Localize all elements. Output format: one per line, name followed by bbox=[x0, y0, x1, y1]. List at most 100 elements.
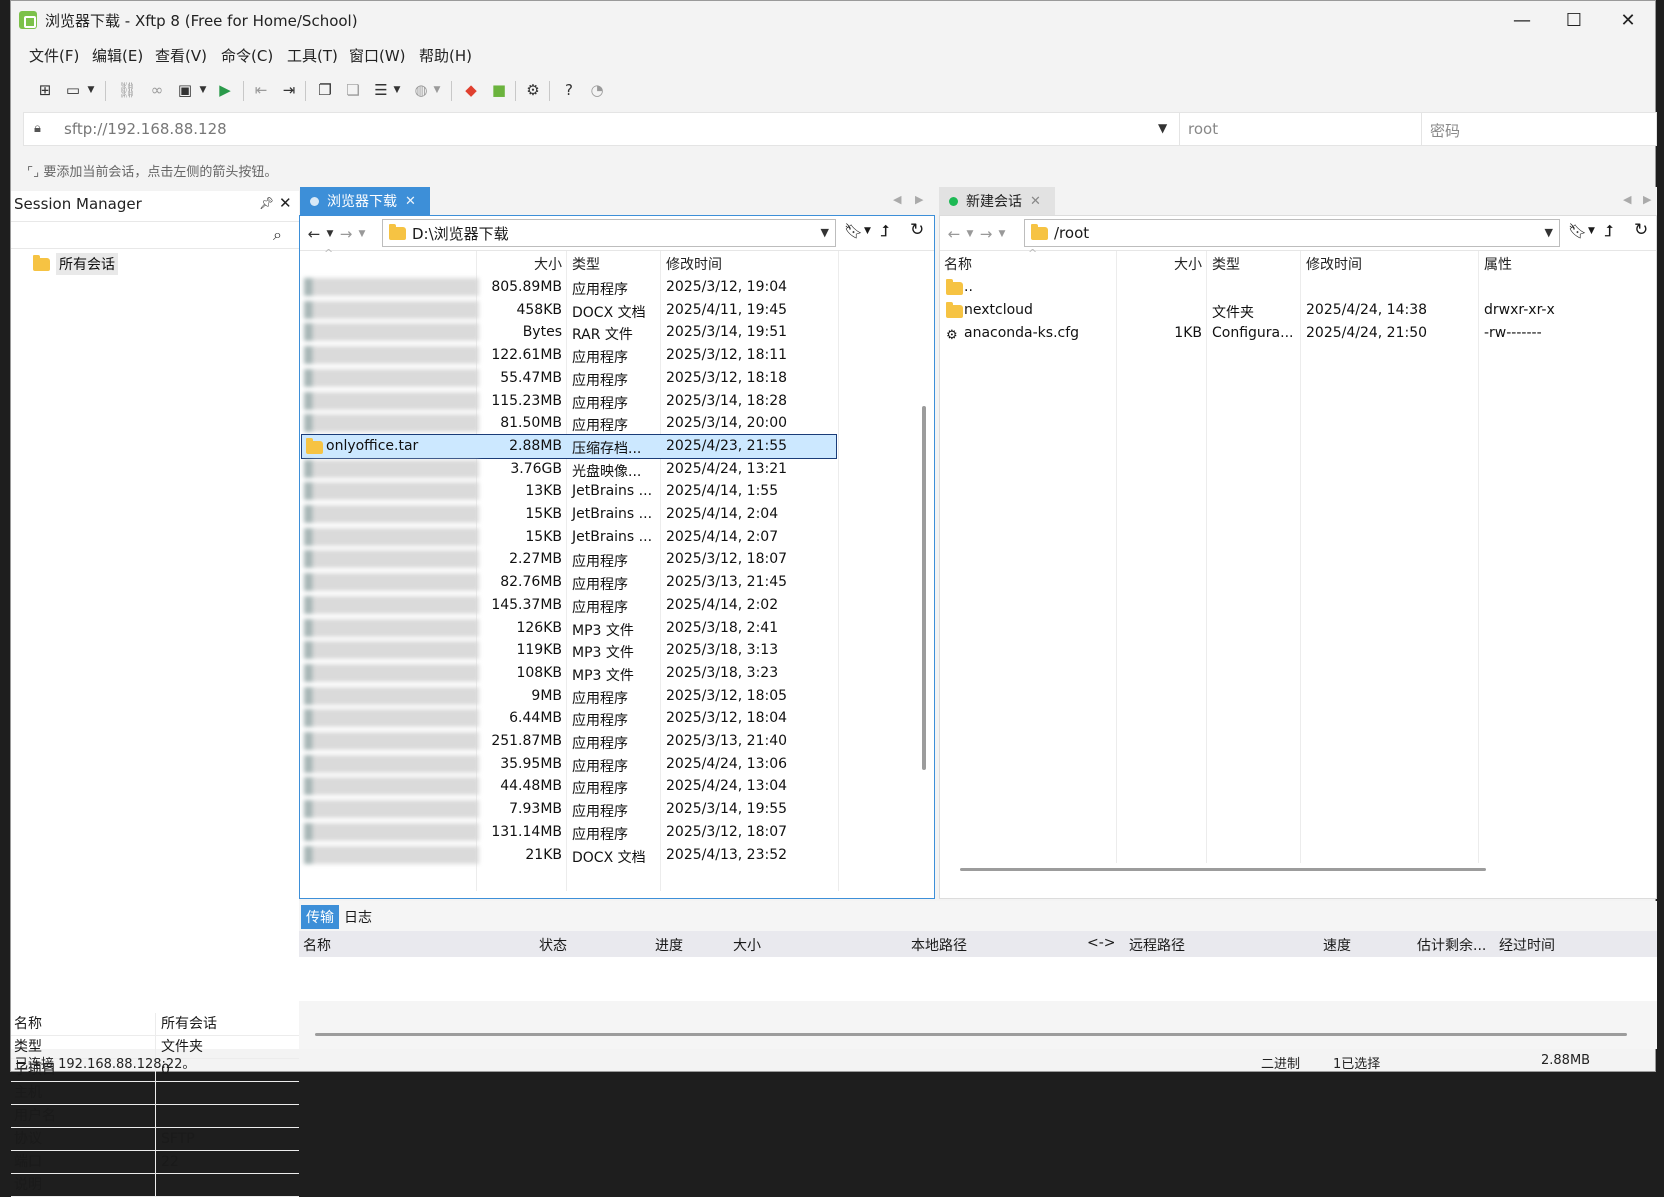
back-arrow-icon[interactable]: ← bbox=[304, 225, 324, 243]
local-file-row[interactable]: 458KB DOCX 文档 2025/4/11, 19:45 bbox=[302, 299, 836, 322]
remote-file-row[interactable]: nextcloud 文件夹 2025/4/24, 14:38 drwxr-xr-x bbox=[942, 299, 1654, 322]
local-file-row[interactable]: 131.14MB 应用程序 2025/3/12, 18:07 bbox=[302, 821, 836, 844]
tab-local-downloads[interactable]: 浏览器下载 ✕ bbox=[300, 187, 430, 215]
local-col-modified[interactable]: 修改时间 bbox=[666, 254, 722, 274]
local-file-row[interactable]: 3.76GB 光盘映像... 2025/4/24, 13:21 bbox=[302, 458, 836, 481]
remote-col-type[interactable]: 类型 bbox=[1212, 254, 1240, 274]
local-file-row[interactable]: onlyoffice.tar 2.88MB 压缩存档... 2025/4/23, 21… bbox=[301, 433, 837, 459]
remote-col-modified[interactable]: 修改时间 bbox=[1306, 254, 1362, 274]
local-file-row[interactable]: 44.48MB 应用程序 2025/4/24, 13:04 bbox=[302, 775, 836, 798]
bookmark-dropdown-icon[interactable]: ▼ bbox=[1588, 226, 1595, 236]
xfer-col-local-path[interactable]: 本地路径 bbox=[911, 935, 967, 955]
close-button[interactable]: ✕ bbox=[1599, 1, 1657, 39]
path-dropdown-icon[interactable]: ▼ bbox=[1545, 226, 1553, 239]
back-dropdown-icon[interactable]: ▼ bbox=[964, 229, 976, 239]
host-dropdown-icon[interactable]: ▼ bbox=[1158, 121, 1167, 135]
local-file-row[interactable]: 6.44MB 应用程序 2025/3/12, 18:04 bbox=[302, 707, 836, 730]
local-file-row[interactable]: Bytes RAR 文件 2025/3/14, 19:51 bbox=[302, 321, 836, 344]
back-dropdown-icon[interactable]: ▼ bbox=[324, 229, 336, 239]
settings-gear-icon[interactable]: ⚙ bbox=[521, 78, 545, 102]
remote-file-row[interactable]: .. bbox=[942, 276, 1654, 299]
tab-close-icon[interactable]: ✕ bbox=[405, 194, 416, 209]
remote-file-row[interactable]: ⚙ anaconda-ks.cfg 1KB Configura... 2025/4/24… bbox=[942, 322, 1654, 345]
minimize-button[interactable]: — bbox=[1493, 1, 1551, 39]
local-file-row[interactable]: 82.76MB 应用程序 2025/3/13, 21:45 bbox=[302, 571, 836, 594]
list-view-icon[interactable]: ☰ bbox=[369, 78, 393, 102]
view-dropdown-icon[interactable]: ▼ bbox=[391, 78, 403, 102]
session-manager-close-icon[interactable]: ✕ bbox=[279, 194, 292, 212]
forward-dropdown-icon[interactable]: ▼ bbox=[996, 229, 1008, 239]
pin-icon[interactable]: 📌︎ bbox=[259, 196, 274, 210]
new-window-dropdown-icon[interactable]: ▼ bbox=[197, 78, 209, 102]
local-file-row[interactable]: 55.47MB 应用程序 2025/3/12, 18:18 bbox=[302, 367, 836, 390]
tab-scroll-right-icon[interactable]: ▶ bbox=[915, 193, 923, 206]
menu-window[interactable]: 窗口(W) bbox=[349, 45, 406, 66]
xfer-col-status[interactable]: 状态 bbox=[539, 935, 567, 955]
tab-scroll-left-icon[interactable]: ◀ bbox=[1623, 193, 1631, 206]
search-icon[interactable]: ⌕ bbox=[273, 225, 282, 245]
local-file-row[interactable]: 251.87MB 应用程序 2025/3/13, 21:40 bbox=[302, 730, 836, 753]
remote-path-input[interactable]: /root ▼ bbox=[1024, 219, 1560, 247]
encoding-dropdown-icon[interactable]: ▼ bbox=[431, 78, 443, 102]
local-file-row[interactable]: 2.27MB 应用程序 2025/3/12, 18:07 bbox=[302, 548, 836, 571]
globe-icon[interactable]: ◍ bbox=[409, 78, 433, 102]
bookmark-icon[interactable]: 🔖︎ bbox=[844, 222, 863, 240]
help-icon[interactable]: ? bbox=[557, 78, 581, 102]
remote-col-name[interactable]: 名称 bbox=[944, 254, 972, 274]
menu-help[interactable]: 帮助(H) bbox=[419, 45, 472, 66]
paste-icon[interactable]: ❏ bbox=[341, 78, 365, 102]
chat-icon[interactable]: ◔ bbox=[585, 78, 609, 102]
bookmark-dropdown-icon[interactable]: ▼ bbox=[864, 226, 871, 236]
session-search[interactable]: ⌕ bbox=[11, 221, 299, 249]
local-file-row[interactable]: 21KB DOCX 文档 2025/4/13, 23:52 bbox=[302, 844, 836, 867]
open-folder-icon[interactable]: ▭ bbox=[61, 78, 85, 102]
tab-scroll-right-icon[interactable]: ▶ bbox=[1643, 193, 1651, 206]
parent-folder-icon[interactable]: ⮥ bbox=[1604, 221, 1613, 241]
tab-close-icon[interactable]: ✕ bbox=[1030, 194, 1041, 209]
menu-tools[interactable]: 工具(T) bbox=[287, 45, 338, 66]
local-file-row[interactable]: 126KB MP3 文件 2025/3/18, 2:41 bbox=[302, 617, 836, 640]
local-file-row[interactable]: 805.89MB 应用程序 2025/3/12, 19:04 bbox=[302, 276, 836, 299]
xfer-col-name[interactable]: 名称 bbox=[303, 935, 331, 955]
transfer-right-icon[interactable]: ⇥ bbox=[277, 78, 301, 102]
forward-dropdown-icon[interactable]: ▼ bbox=[356, 229, 368, 239]
username-input[interactable]: root bbox=[1179, 113, 1421, 145]
disconnect-icon[interactable]: ⛓ bbox=[115, 78, 139, 102]
xfer-col-size[interactable]: 大小 bbox=[733, 935, 761, 955]
xfer-col-remote-path[interactable]: 远程路径 bbox=[1129, 935, 1185, 955]
open-dropdown-icon[interactable]: ▼ bbox=[85, 78, 97, 102]
tab-log[interactable]: 日志 bbox=[339, 905, 377, 929]
local-file-row[interactable]: 13KB JetBrains ... 2025/4/14, 1:55 bbox=[302, 480, 836, 503]
local-file-row[interactable]: 15KB JetBrains ... 2025/4/14, 2:04 bbox=[302, 503, 836, 526]
path-dropdown-icon[interactable]: ▼ bbox=[821, 226, 829, 239]
menu-view[interactable]: 查看(V) bbox=[155, 45, 207, 66]
forward-arrow-icon[interactable]: → bbox=[976, 225, 996, 243]
transfer-left-icon[interactable]: ⇤ bbox=[249, 78, 273, 102]
local-file-row[interactable]: 15KB JetBrains ... 2025/4/14, 2:07 bbox=[302, 526, 836, 549]
new-window-icon[interactable]: ▣ bbox=[173, 78, 197, 102]
maximize-button[interactable]: ☐ bbox=[1545, 1, 1603, 39]
local-file-row[interactable]: 115.23MB 应用程序 2025/3/14, 18:28 bbox=[302, 390, 836, 413]
menu-file[interactable]: 文件(F) bbox=[29, 45, 79, 66]
xfer-col-speed[interactable]: 速度 bbox=[1323, 935, 1351, 955]
local-file-row[interactable]: 7.93MB 应用程序 2025/3/14, 19:55 bbox=[302, 798, 836, 821]
local-file-row[interactable]: 119KB MP3 文件 2025/3/18, 3:13 bbox=[302, 639, 836, 662]
local-file-row[interactable]: 81.50MB 应用程序 2025/3/14, 20:00 bbox=[302, 412, 836, 435]
transfer-h-scrollbar[interactable] bbox=[315, 1033, 1627, 1036]
xfer-col-direction[interactable]: <-> bbox=[1087, 935, 1116, 951]
local-path-input[interactable]: D:\浏览器下载 ▼ bbox=[382, 219, 836, 247]
remote-col-attrs[interactable]: 属性 bbox=[1484, 254, 1512, 274]
tab-scroll-left-icon[interactable]: ◀ bbox=[893, 193, 901, 206]
tab-transfer[interactable]: 传输 bbox=[301, 905, 339, 929]
xftp-icon[interactable]: ■ bbox=[487, 78, 511, 102]
refresh-icon[interactable]: ↻ bbox=[1634, 220, 1648, 240]
tab-remote-session[interactable]: 新建会话 ✕ bbox=[939, 187, 1055, 215]
refresh-icon[interactable]: ↻ bbox=[910, 220, 924, 240]
xfer-col-progress[interactable]: 进度 bbox=[655, 935, 683, 955]
forward-arrow-icon[interactable]: → bbox=[336, 225, 356, 243]
xfer-col-elapsed[interactable]: 经过时间 bbox=[1499, 935, 1555, 955]
terminal-icon[interactable]: ▶ bbox=[213, 78, 237, 102]
reconnect-icon[interactable]: ∞ bbox=[145, 78, 169, 102]
remote-h-scrollbar[interactable] bbox=[960, 868, 1486, 871]
local-file-row[interactable]: 35.95MB 应用程序 2025/4/24, 13:06 bbox=[302, 753, 836, 776]
